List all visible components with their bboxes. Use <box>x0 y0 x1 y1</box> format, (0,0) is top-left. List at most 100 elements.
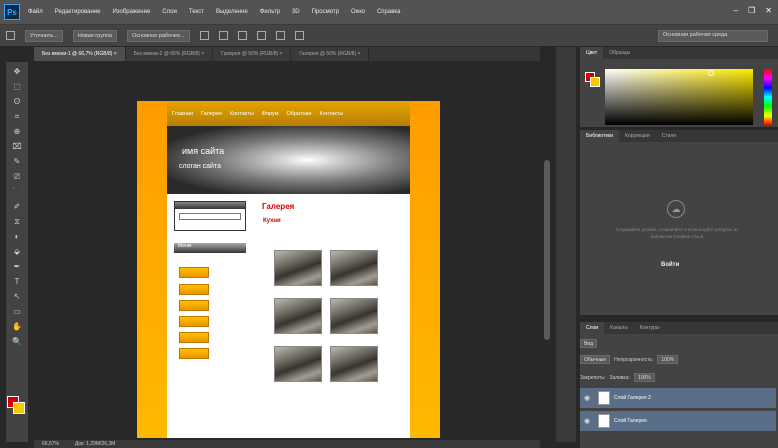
type-tool-icon[interactable]: T <box>11 276 23 287</box>
canvas-area[interactable]: Главная Галерея Контакты Форум Обратная … <box>34 62 540 438</box>
opacity-input[interactable]: 100% <box>657 355 679 364</box>
refine-button[interactable]: Уточнить... <box>25 29 63 42</box>
stamp-tool-icon[interactable]: ⬛ <box>11 186 23 197</box>
layer-thumbnail <box>598 414 610 428</box>
site-name: имя сайта <box>182 146 225 156</box>
tools-panel: ✥ ⬚ ʘ ⌗ ⊕ ⌧ ✎ ⎚ ⬛ ✐ ⧖ ◐ ⬙ ✒ T ↖ ▭ ✋ 🔍 <box>6 62 28 442</box>
doc-size: Док: 1,29М/26,3М <box>74 441 116 447</box>
pen-tool-icon[interactable]: ✒ <box>11 261 23 272</box>
eraser-tool-icon[interactable]: ⧖ <box>11 216 23 227</box>
hue-slider[interactable] <box>764 69 772 125</box>
menu-help[interactable]: Справка <box>377 9 401 15</box>
tool-preset-icon[interactable] <box>6 31 15 40</box>
photoshop-window: Ps Файл Редактирование Изображение Слои … <box>0 0 778 448</box>
layer-row[interactable]: ◉ Слой Галерея 2 <box>580 388 776 408</box>
layer-name[interactable]: Слой Галерея 2 <box>614 395 651 401</box>
tab-document-1[interactable]: Без имени-1 @ 66,7% (RGB/8) × <box>34 47 126 61</box>
gallery-thumbnail <box>330 346 378 382</box>
tab-document-3[interactable]: Галерея @ 50% (RGB/8) × <box>213 47 292 61</box>
panel-background-swatch[interactable] <box>590 77 600 87</box>
tab-layers[interactable]: Слои <box>580 322 605 334</box>
menu-edit[interactable]: Редактирование <box>55 9 101 15</box>
menu-filter[interactable]: Фильтр <box>260 9 280 15</box>
status-bar: 66,67% Док: 1,29М/26,3М <box>34 440 540 448</box>
site-header-banner: имя сайта слоган сайта <box>167 126 410 194</box>
background-color-swatch[interactable] <box>13 402 25 414</box>
gradient-tool-icon[interactable]: ◐ <box>11 231 23 242</box>
tab-color[interactable]: Цвет <box>580 47 604 59</box>
vertical-scrollbar[interactable] <box>544 160 550 340</box>
lasso-tool-icon[interactable]: ʘ <box>11 96 23 107</box>
color-picker-field[interactable] <box>605 69 753 125</box>
collapsed-panel-strip[interactable] <box>556 47 576 442</box>
site-menu-button <box>179 332 209 343</box>
photoshop-logo: Ps <box>4 4 20 20</box>
tab-document-4[interactable]: Галерея @ 50% (RGB/8) × <box>291 47 370 61</box>
align-left-icon[interactable] <box>199 31 209 40</box>
brush-tool-icon[interactable]: ⎚ <box>11 171 23 182</box>
gallery-thumbnail <box>274 250 322 286</box>
lock-row: Закрепить: Заливка: 100% <box>580 372 655 383</box>
history-brush-tool-icon[interactable]: ✐ <box>11 201 23 212</box>
layer-kind-filter[interactable]: Вид <box>580 339 598 348</box>
path-select-tool-icon[interactable]: ↖ <box>11 291 23 302</box>
hand-tool-icon[interactable]: ✋ <box>11 321 23 332</box>
tab-paths[interactable]: Контуры <box>634 322 666 334</box>
document-canvas[interactable]: Главная Галерея Контакты Форум Обратная … <box>137 101 440 438</box>
left-orange-border <box>137 101 167 438</box>
move-tool-icon[interactable]: ✥ <box>11 66 23 77</box>
tab-styles[interactable]: Стили <box>656 130 682 142</box>
menu-layers[interactable]: Слои <box>162 9 177 15</box>
menu-image[interactable]: Изображение <box>112 9 150 15</box>
site-nav-item: Галерея <box>200 110 223 117</box>
menu-type[interactable]: Текст <box>189 9 204 15</box>
site-menu-button <box>179 316 209 327</box>
zoom-level[interactable]: 66,67% <box>42 441 59 447</box>
fill-label: Заливка: <box>609 374 630 381</box>
layer-name[interactable]: Слой Галерея <box>614 418 647 424</box>
blend-mode-select[interactable]: Обычные <box>580 355 611 364</box>
basic-button[interactable]: Основное рабочее... <box>127 29 190 42</box>
tab-libraries[interactable]: Библиотеки <box>580 130 620 142</box>
menu-view[interactable]: Просмотр <box>312 9 339 15</box>
menu-3d[interactable]: 3D <box>292 9 300 15</box>
auto-align-icon[interactable] <box>294 31 304 40</box>
quick-select-tool-icon[interactable]: ⌗ <box>11 111 23 122</box>
menu-window[interactable]: Окно <box>351 9 365 15</box>
visibility-eye-icon[interactable]: ◉ <box>580 394 594 402</box>
tab-document-2[interactable]: Без имени-2 @ 66% (RGB/8) × <box>125 47 214 61</box>
align-right-icon[interactable] <box>237 31 247 40</box>
gallery-thumbnail <box>274 346 322 382</box>
workspace-dropdown[interactable]: Основная рабочая среда <box>658 30 768 42</box>
eyedropper-tool-icon[interactable]: ⌧ <box>11 141 23 152</box>
menu-file[interactable]: Файл <box>28 9 43 15</box>
layer-row[interactable]: ◉ Слой Галерея <box>580 411 776 431</box>
sign-in-button[interactable]: Войти <box>661 262 679 268</box>
tab-channels[interactable]: Каналы <box>604 322 634 334</box>
maximize-button[interactable]: ❐ <box>748 6 755 15</box>
shape-tool-icon[interactable]: ▭ <box>11 306 23 317</box>
tab-adjustments[interactable]: Коррекция <box>619 130 656 142</box>
zoom-tool-icon[interactable]: 🔍 <box>11 336 23 347</box>
align-center-icon[interactable] <box>218 31 228 40</box>
libraries-panel-tabs: Библиотеки Коррекция Стили <box>580 130 778 142</box>
color-picker-cursor[interactable] <box>708 70 714 76</box>
crop-tool-icon[interactable]: ⊕ <box>11 126 23 137</box>
gallery-title: Галерея <box>262 202 295 211</box>
menu-bar: Ps Файл Редактирование Изображение Слои … <box>0 0 778 24</box>
minimize-button[interactable]: – <box>734 6 738 15</box>
distribute-icon[interactable] <box>256 31 266 40</box>
window-controls: – ❐ ✕ <box>734 6 772 15</box>
visibility-eye-icon[interactable]: ◉ <box>580 417 594 425</box>
tab-swatches[interactable]: Образцы <box>603 47 636 59</box>
healing-tool-icon[interactable]: ✎ <box>11 156 23 167</box>
new-group-button[interactable]: Новая группа <box>72 29 118 42</box>
fill-input[interactable]: 100% <box>633 373 655 382</box>
layer-filter-row: Вид <box>580 338 598 349</box>
dodge-tool-icon[interactable]: ⬙ <box>11 246 23 257</box>
close-button[interactable]: ✕ <box>765 6 772 15</box>
marquee-tool-icon[interactable]: ⬚ <box>11 81 23 92</box>
distribute-v-icon[interactable] <box>275 31 285 40</box>
menu-select[interactable]: Выделение <box>216 9 248 15</box>
layers-panel-tabs: Слои Каналы Контуры <box>580 322 778 334</box>
